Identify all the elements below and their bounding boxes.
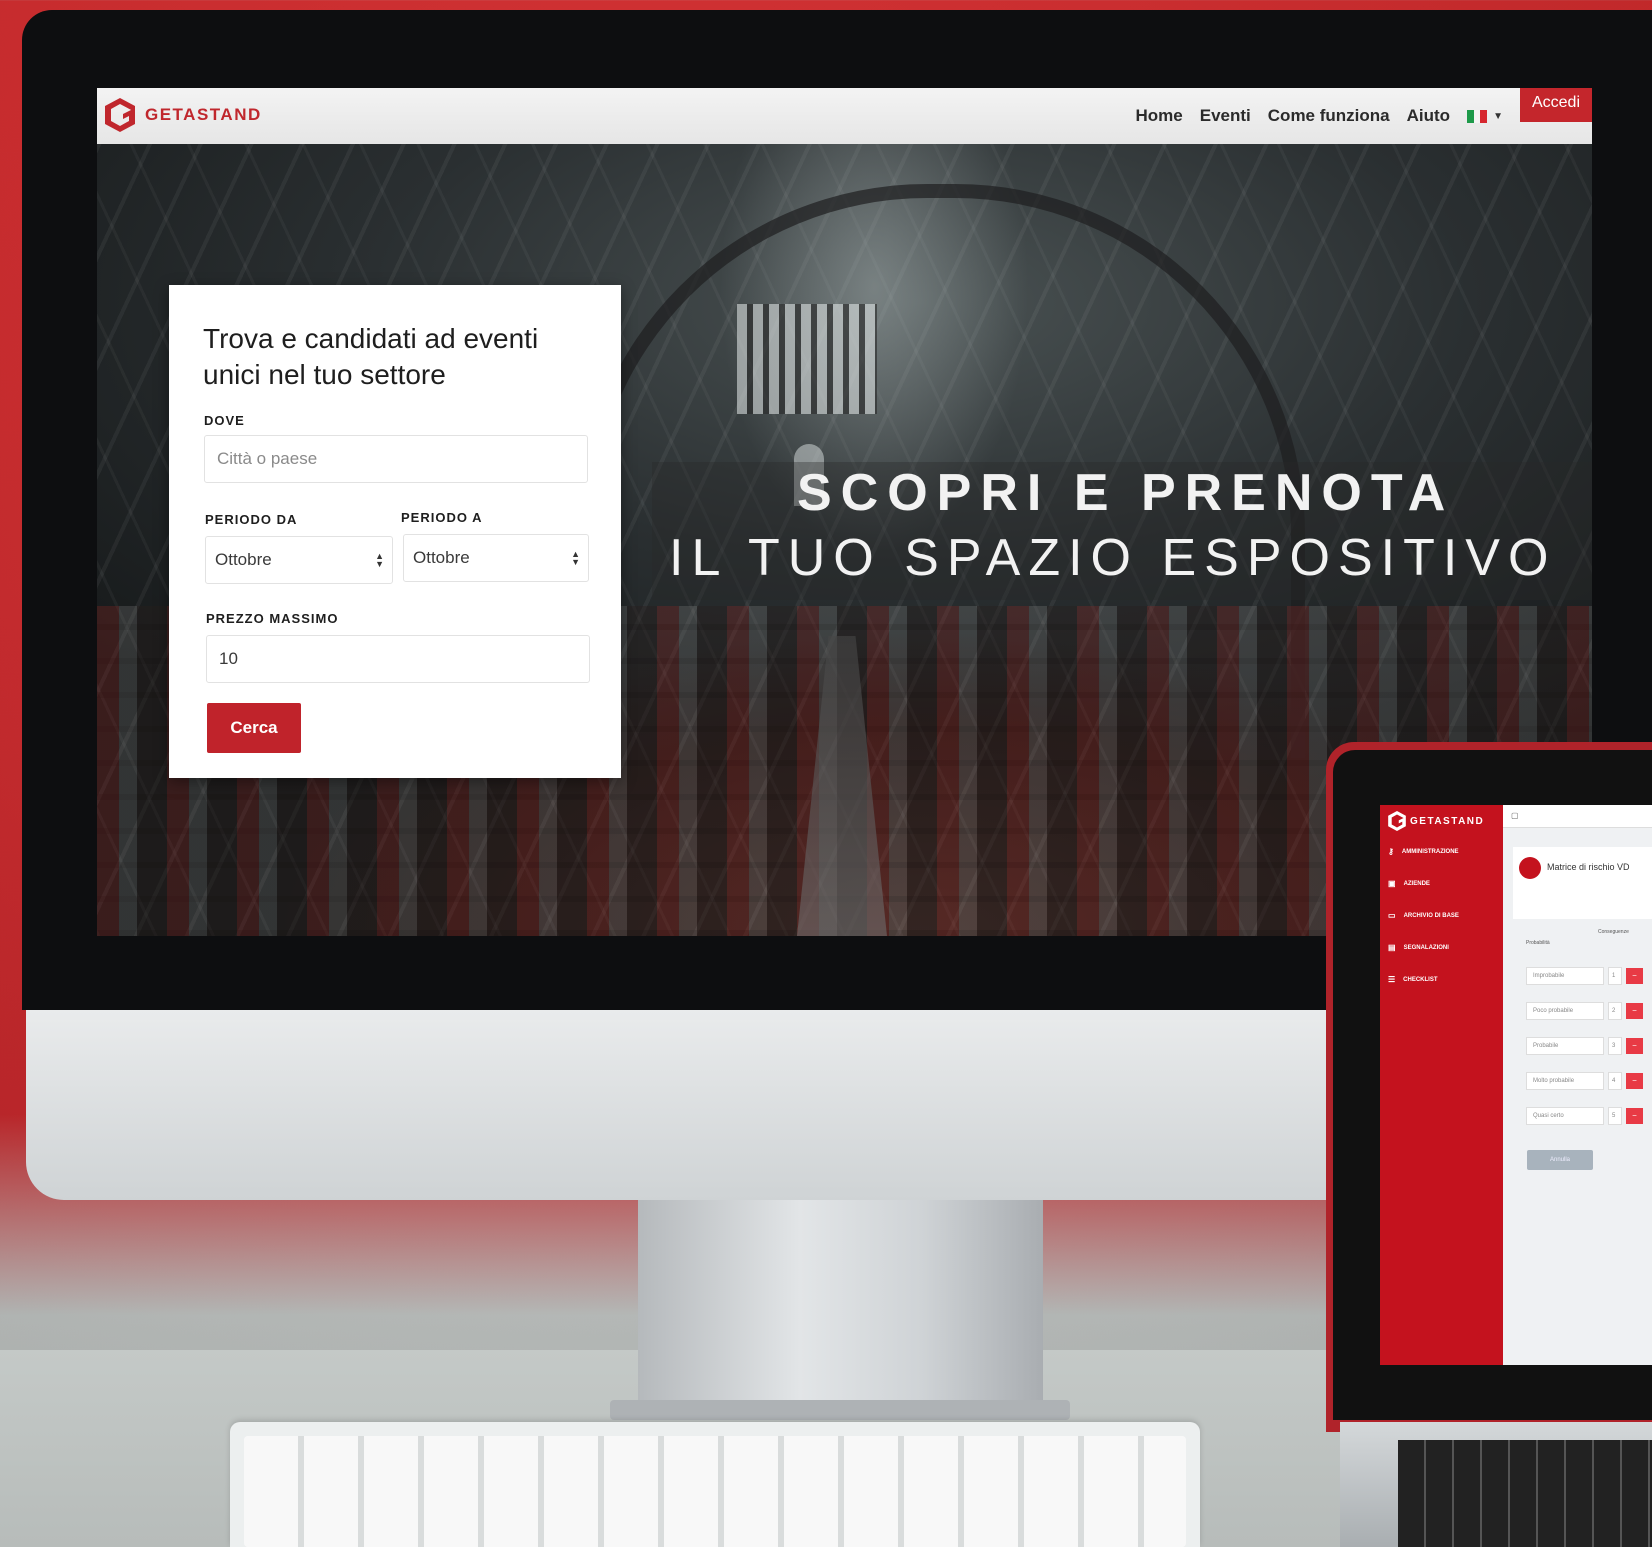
login-button[interactable]: Accedi [1519,88,1592,122]
laptop-keyboard [1398,1440,1652,1547]
hall-skylight [737,304,877,414]
table-row: Molto probabile 4 − [1526,1072,1652,1090]
menu-label: CHECKLIST [1403,976,1438,983]
menu-segnalazioni[interactable]: ▤ SEGNALAZIONI [1388,943,1449,952]
site-navbar: GETASTAND Home Eventi Come funziona Aiut… [97,88,1592,144]
search-button[interactable]: Cerca [207,703,301,753]
remove-row-button[interactable]: − [1626,968,1643,984]
menu-aziende[interactable]: ▣ AZIENDE [1388,879,1430,888]
building-icon: ▣ [1388,879,1396,888]
search-title: Trova e candidati ad eventi unici nel tu… [203,323,539,390]
select-arrows-icon: ▲ ▼ [571,549,580,567]
menu-checklist[interactable]: ☰ CHECKLIST [1388,975,1438,984]
dove-label: DOVE [204,413,245,428]
periodo-a-label: PERIODO A [401,510,483,525]
hero-title-line2: IL TUO SPAZIO ESPOSITIVO [669,529,1557,587]
periodo-da-label: PERIODO DA [205,512,298,527]
remove-row-button[interactable]: − [1626,1003,1643,1019]
risk-matrix-card: Matrice di rischio VD [1513,847,1652,919]
table-row: Improbabile 1 − [1526,967,1652,985]
calendar-icon: ▭ [1388,911,1396,920]
remove-row-button[interactable]: − [1626,1038,1643,1054]
list-icon: ☰ [1388,975,1396,984]
cancel-button[interactable]: Annulla [1527,1150,1593,1170]
logo-cube-icon [1388,811,1406,831]
comment-icon: ▤ [1388,943,1396,952]
probability-input[interactable]: Probabile [1526,1037,1604,1055]
imac-stand-foot [610,1400,1070,1420]
language-selector[interactable]: ▼ [1467,109,1503,123]
admin-logo-text: GETASTAND [1410,815,1485,827]
nav-home[interactable]: Home [1136,106,1183,126]
italy-flag-icon [1467,109,1488,123]
nav-come-funziona[interactable]: Come funziona [1268,106,1390,126]
menu-label: AMMINISTRAZIONE [1401,848,1459,855]
remove-row-button[interactable]: − [1626,1108,1643,1124]
dove-input[interactable]: Città o paese [204,435,588,483]
periodo-da-select[interactable]: Ottobre ▲ ▼ [205,536,393,584]
table-row: Quasi certo 5 − [1526,1107,1652,1125]
logo-cube-icon [105,98,135,132]
keyboard [230,1422,1200,1547]
nav-aiuto[interactable]: Aiuto [1407,106,1450,126]
prezzo-label: PREZZO MASSIMO [206,611,339,626]
key-icon: ⚷ [1388,847,1394,856]
menu-label: SEGNALAZIONI [1403,944,1449,951]
search-card: Trova e candidati ad eventi unici nel tu… [169,285,621,778]
periodo-da-value: Ottobre [215,550,272,569]
admin-topbar: ▢ [1503,805,1652,828]
probability-value[interactable]: 2 [1608,1002,1622,1020]
col-conseguenze: Conseguenze [1598,929,1629,935]
site-logo[interactable]: GETASTAND [105,98,262,132]
menu-toggle-icon[interactable]: ▢ [1511,811,1519,820]
menu-label: AZIENDE [1403,880,1430,887]
remove-row-button[interactable]: − [1626,1073,1643,1089]
probability-input[interactable]: Molto probabile [1526,1072,1604,1090]
prezzo-input[interactable]: 10 [206,635,590,683]
col-probabilita: Probabilità [1526,940,1550,946]
probability-input[interactable]: Improbabile [1526,967,1604,985]
table-row: Poco probabile 2 − [1526,1002,1652,1020]
menu-label: ARCHIVIO DI BASE [1403,912,1459,919]
caret-down-icon: ▼ [1493,110,1503,122]
menu-archivio[interactable]: ▭ ARCHIVIO DI BASE [1388,911,1459,920]
imac-stand [638,1200,1043,1410]
probability-input[interactable]: Poco probabile [1526,1002,1604,1020]
periodo-a-value: Ottobre [413,548,470,567]
matrix-icon [1519,857,1541,879]
probability-value[interactable]: 5 [1608,1107,1622,1125]
hero-title-line1: SCOPRI E PRENOTA [797,464,1455,522]
probability-value[interactable]: 3 [1608,1037,1622,1055]
periodo-a-select[interactable]: Ottobre ▲ ▼ [403,534,589,582]
admin-sidebar: GETASTAND ⚷ AMMINISTRAZIONE ▣ AZIENDE ▭ ARC… [1380,805,1503,1365]
nav-eventi[interactable]: Eventi [1200,106,1251,126]
select-arrows-icon: ▲ ▼ [375,551,384,569]
table-row: Probabile 3 − [1526,1037,1652,1055]
menu-amministrazione[interactable]: ⚷ AMMINISTRAZIONE [1388,847,1459,856]
nav-links: Home Eventi Come funziona Aiuto ▼ Accedi [1136,88,1592,144]
logo-text: GETASTAND [145,105,262,124]
risk-matrix-title: Matrice di rischio VD [1547,862,1630,872]
probability-value[interactable]: 1 [1608,967,1622,985]
keyboard-keys [244,1436,1186,1547]
admin-logo[interactable]: GETASTAND [1388,811,1484,831]
probability-value[interactable]: 4 [1608,1072,1622,1090]
probability-input[interactable]: Quasi certo [1526,1107,1604,1125]
laptop-screen: GETASTAND ⚷ AMMINISTRAZIONE ▣ AZIENDE ▭ ARC… [1380,805,1652,1365]
